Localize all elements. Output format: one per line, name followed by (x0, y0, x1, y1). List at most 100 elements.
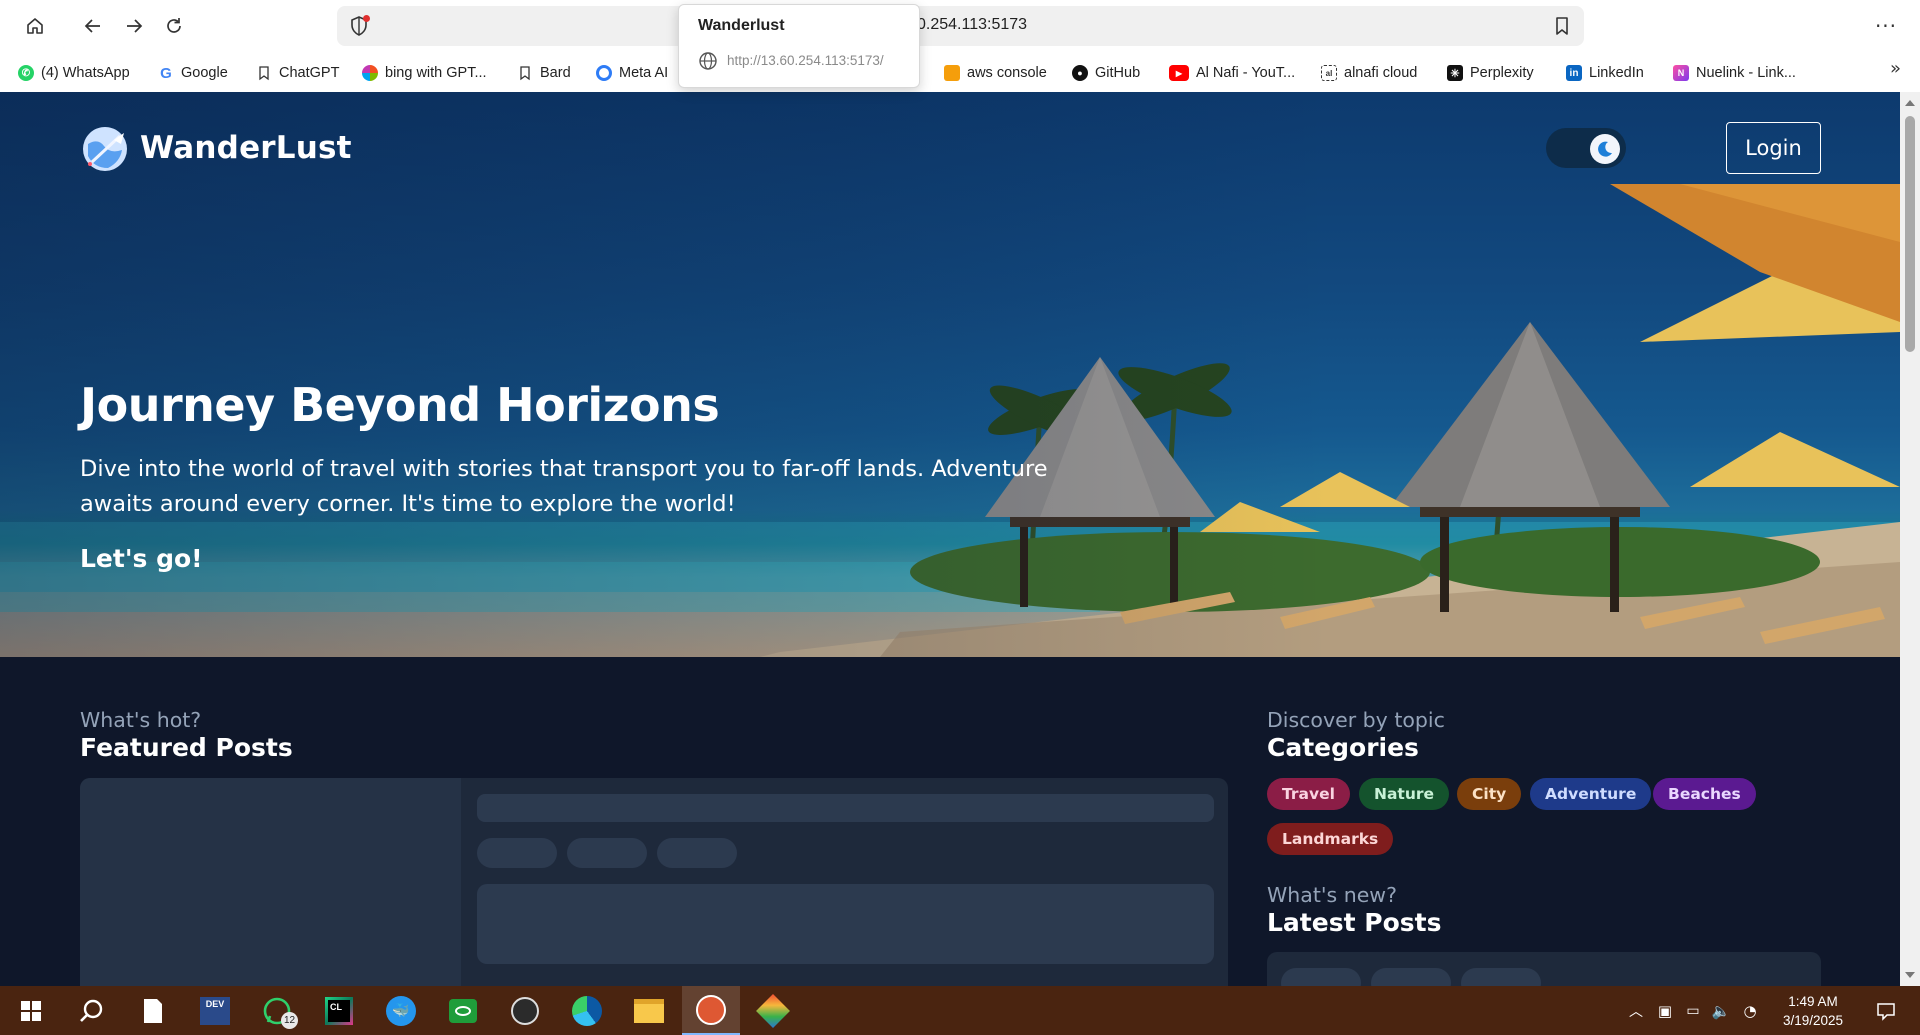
shield-icon[interactable] (347, 14, 371, 38)
bookmark-aws[interactable]: aws console (944, 60, 1047, 86)
category-chip-nature[interactable]: Nature (1359, 778, 1450, 810)
notepad-icon (144, 998, 162, 1023)
start-button[interactable] (2, 986, 60, 1035)
category-chip-city[interactable]: City (1457, 778, 1522, 810)
volume-button[interactable]: 🔈 (1708, 986, 1734, 1035)
search-icon (80, 999, 103, 1022)
latest-post-skeleton[interactable] (1267, 952, 1821, 986)
taskbar-duckduckgo[interactable] (682, 986, 740, 1035)
scroll-up-icon[interactable] (1905, 100, 1915, 106)
home-button[interactable] (19, 10, 51, 42)
hero-description: Dive into the world of travel with stori… (80, 456, 1048, 517)
scrollbar-thumb[interactable] (1905, 116, 1915, 352)
bookmark-meta-ai[interactable]: Meta AI (596, 60, 668, 86)
bookmark-linkedin[interactable]: in LinkedIn (1566, 60, 1644, 86)
hero-overlay (0, 92, 1900, 657)
hero-title: Journey Beyond Horizons (80, 378, 720, 432)
address-bar[interactable]: 0.254.113:5173 (337, 6, 1584, 46)
skeleton-chip (567, 838, 647, 868)
bookmark-page-button[interactable] (1552, 15, 1572, 41)
bookmark-label: bing with GPT... (385, 65, 487, 81)
skeleton-paragraph (477, 884, 1214, 964)
bookmark-label: Al Nafi - YouT... (1196, 65, 1296, 81)
bookmark-label: Perplexity (1470, 65, 1534, 81)
bookmark-label: (4) WhatsApp (41, 65, 130, 81)
bookmark-github[interactable]: ● GitHub (1072, 60, 1140, 86)
bookmark-youtube[interactable]: ▶ Al Nafi - YouT... (1169, 60, 1295, 86)
theme-toggle[interactable] (1546, 128, 1626, 168)
start-icon (21, 1000, 41, 1021)
globe-icon (699, 52, 717, 70)
skeleton-chip (1461, 968, 1541, 986)
obs-icon (511, 996, 539, 1025)
more-dots-icon: ··· (1874, 14, 1898, 38)
toggle-knob (1590, 134, 1620, 164)
forward-button[interactable] (118, 10, 150, 42)
skeleton-chip (1281, 968, 1361, 986)
bookmark-label: LinkedIn (1589, 65, 1644, 81)
page-scrollbar[interactable] (1900, 92, 1920, 986)
featured-post-skeleton[interactable] (80, 778, 1228, 986)
bookmark-icon (259, 66, 269, 81)
volume-icon: 🔈 (1711, 1001, 1731, 1020)
tray-overflow-button[interactable]: ︿ (1622, 986, 1650, 1035)
category-chip-travel[interactable]: Travel (1267, 778, 1350, 810)
hero-section: WanderLust Login Journey Beyond Horizons… (0, 92, 1900, 657)
notification-center-button[interactable] (1866, 986, 1906, 1035)
taskbar-obs[interactable] (496, 986, 554, 1035)
taskbar-whatsapp[interactable]: 12 (248, 986, 306, 1035)
taskbar-edge[interactable] (558, 986, 616, 1035)
taskbar-eye-app[interactable] (434, 986, 492, 1035)
category-chip-adventure[interactable]: Adventure (1530, 778, 1652, 810)
taskbar-search[interactable] (62, 986, 120, 1035)
eye-app-icon (449, 998, 477, 1023)
reload-button[interactable] (158, 10, 190, 42)
taskbar-git[interactable] (744, 986, 802, 1035)
bookmark-bing[interactable]: bing with GPT... (362, 60, 487, 86)
git-icon (756, 993, 790, 1028)
bookmark-label: Nuelink - Link... (1696, 65, 1796, 81)
wifi-icon: ◔ (1743, 1001, 1757, 1020)
taskbar-dev[interactable]: DEV (186, 986, 244, 1035)
address-text[interactable]: 0.254.113:5173 (917, 16, 1027, 34)
bookmark-whatsapp[interactable]: ✆ (4) WhatsApp (18, 60, 130, 86)
dev-icon: DEV (200, 996, 230, 1025)
bookmark-alnafi-cloud[interactable]: al alnafi cloud (1321, 60, 1417, 86)
back-button[interactable] (77, 10, 109, 42)
duckduckgo-icon (696, 994, 726, 1025)
more-menu-button[interactable]: ··· (1870, 10, 1902, 42)
category-chip-beaches[interactable]: Beaches (1653, 778, 1756, 810)
network-button[interactable]: ◔ (1736, 986, 1764, 1035)
bookmark-icon (1556, 17, 1568, 35)
docker-icon: 🐳 (386, 995, 416, 1026)
bookmark-label: alnafi cloud (1344, 65, 1418, 81)
clock-time: 1:49 AM (1788, 994, 1838, 1009)
taskbar-notepad[interactable] (124, 986, 182, 1035)
taskbar-file-explorer[interactable] (620, 986, 678, 1035)
scroll-down-icon[interactable] (1905, 972, 1915, 978)
bookmark-chatgpt[interactable]: ChatGPT (256, 60, 339, 86)
bookmark-google[interactable]: G Google (158, 60, 228, 86)
clion-icon: CL (325, 996, 353, 1025)
bookmark-bard[interactable]: Bard (517, 60, 571, 86)
tray-app[interactable]: ▣ (1652, 986, 1678, 1035)
meta-ai-icon (596, 65, 612, 81)
windows-taskbar: DEV 12 CL 🐳 ︿ ▣ ▭ 🔈 ◔ 1:49 AM 3/19/2025 (0, 986, 1920, 1035)
category-chip-landmarks[interactable]: Landmarks (1267, 823, 1394, 855)
battery-button[interactable]: ▭ (1680, 986, 1706, 1035)
brand-name[interactable]: WanderLust (140, 130, 352, 166)
bookmarks-overflow-button[interactable]: » (1890, 58, 1901, 79)
latest-kicker: What's new? (1267, 883, 1397, 907)
taskbar-clion[interactable]: CL (310, 986, 368, 1035)
taskbar-clock[interactable]: 1:49 AM 3/19/2025 (1770, 992, 1856, 1030)
alnafi-icon: al (1321, 65, 1337, 81)
bookmark-nuelink[interactable]: N Nuelink - Link... (1673, 60, 1796, 86)
login-button[interactable]: Login (1726, 122, 1821, 174)
taskbar-docker[interactable]: 🐳 (372, 986, 430, 1035)
github-icon: ● (1072, 65, 1088, 81)
edge-icon (572, 995, 602, 1026)
tray-app-icon: ▣ (1657, 1001, 1673, 1020)
lets-go-link[interactable]: Let's go! (80, 544, 203, 573)
bookmark-perplexity[interactable]: ✳ Perplexity (1447, 60, 1534, 86)
browser-toolbar: 0.254.113:5173 ··· (0, 0, 1920, 52)
